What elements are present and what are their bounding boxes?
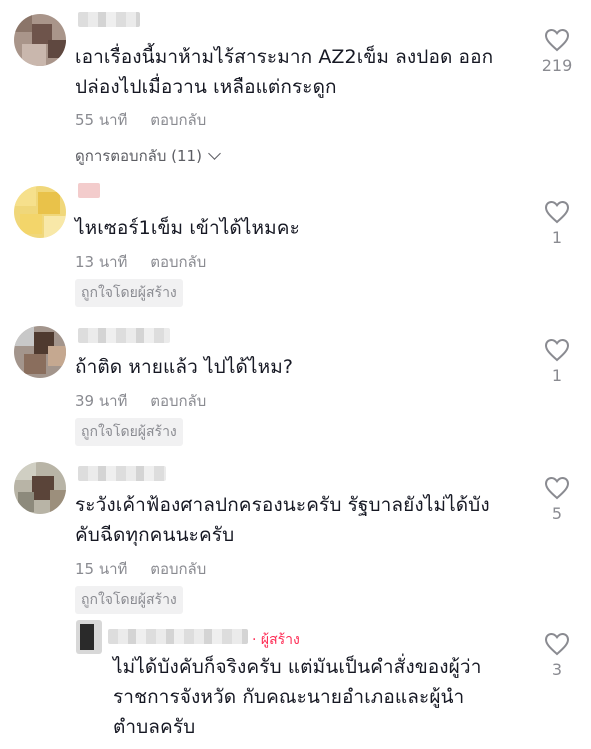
view-replies-label: ดูการตอบกลับ (11) (75, 147, 202, 165)
comment-meta: 15 นาที ตอบกลับ (75, 557, 224, 581)
avatar[interactable] (14, 186, 66, 238)
like-button[interactable]: 1 (537, 200, 577, 247)
comment-text: ถ้าติด หายแล้ว ไปได้ไหม? (75, 356, 294, 378)
heart-outline-icon (544, 632, 570, 656)
reply-button[interactable]: ตอบกลับ (150, 560, 206, 578)
like-count: 5 (551, 504, 563, 523)
like-button[interactable]: 5 (537, 476, 577, 523)
creator-tag: · ผู้สร้าง (252, 632, 300, 648)
heart-outline-icon (544, 476, 570, 500)
comment-time: 39 นาที (75, 392, 128, 410)
reply-text: ไม่ได้บังคับก็จริงครับ แต่มันเป็นคำสั่งข… (113, 656, 482, 738)
like-button[interactable]: 1 (537, 338, 577, 385)
like-count: 1 (551, 366, 563, 385)
creator-avatar[interactable] (76, 620, 102, 654)
liked-by-creator-badge: ถูกใจโดยผู้สร้าง (75, 586, 183, 614)
username-redacted[interactable] (78, 466, 166, 481)
heart-outline-icon (544, 28, 570, 52)
comment-time: 13 นาที (75, 253, 128, 271)
like-count: 219 (541, 56, 573, 75)
avatar[interactable] (14, 14, 66, 66)
like-button[interactable]: 3 (537, 632, 577, 679)
reply-button[interactable]: ตอบกลับ (150, 253, 206, 271)
like-count: 3 (551, 660, 563, 679)
username-redacted[interactable] (78, 12, 140, 27)
username-redacted[interactable] (108, 629, 248, 644)
comment-time: 55 นาที (75, 111, 128, 129)
chevron-down-icon (208, 147, 221, 160)
like-count: 1 (551, 228, 563, 247)
avatar[interactable] (14, 326, 66, 378)
comment-meta: 13 นาที ตอบกลับ (75, 250, 224, 274)
comment-text: ไหเซอร์1เข็ม เข้าได้ไหมคะ (75, 217, 300, 239)
reply-button[interactable]: ตอบกลับ (150, 392, 206, 410)
username-redacted[interactable] (78, 183, 100, 198)
view-replies-button[interactable]: ดูการตอบกลับ (11) (75, 144, 221, 168)
comment-meta: 39 นาที ตอบกลับ (75, 389, 224, 413)
username-redacted[interactable] (78, 328, 170, 343)
comment-meta: 55 นาที ตอบกลับ (75, 108, 224, 132)
like-button[interactable]: 219 (537, 28, 577, 75)
avatar[interactable] (14, 462, 66, 514)
reply-button[interactable]: ตอบกลับ (150, 111, 206, 129)
comment-text: เอาเรื่องนี้มาห้ามไร้สาระมาก AZ2เข็ม ลงป… (75, 46, 494, 98)
heart-outline-icon (544, 200, 570, 224)
comment-text: ระวังเค้าฟ้องศาลปกครองนะครับ รัฐบาลยังไม… (75, 494, 490, 546)
liked-by-creator-badge: ถูกใจโดยผู้สร้าง (75, 279, 183, 307)
comment-time: 15 นาที (75, 560, 128, 578)
heart-outline-icon (544, 338, 570, 362)
liked-by-creator-badge: ถูกใจโดยผู้สร้าง (75, 418, 183, 446)
